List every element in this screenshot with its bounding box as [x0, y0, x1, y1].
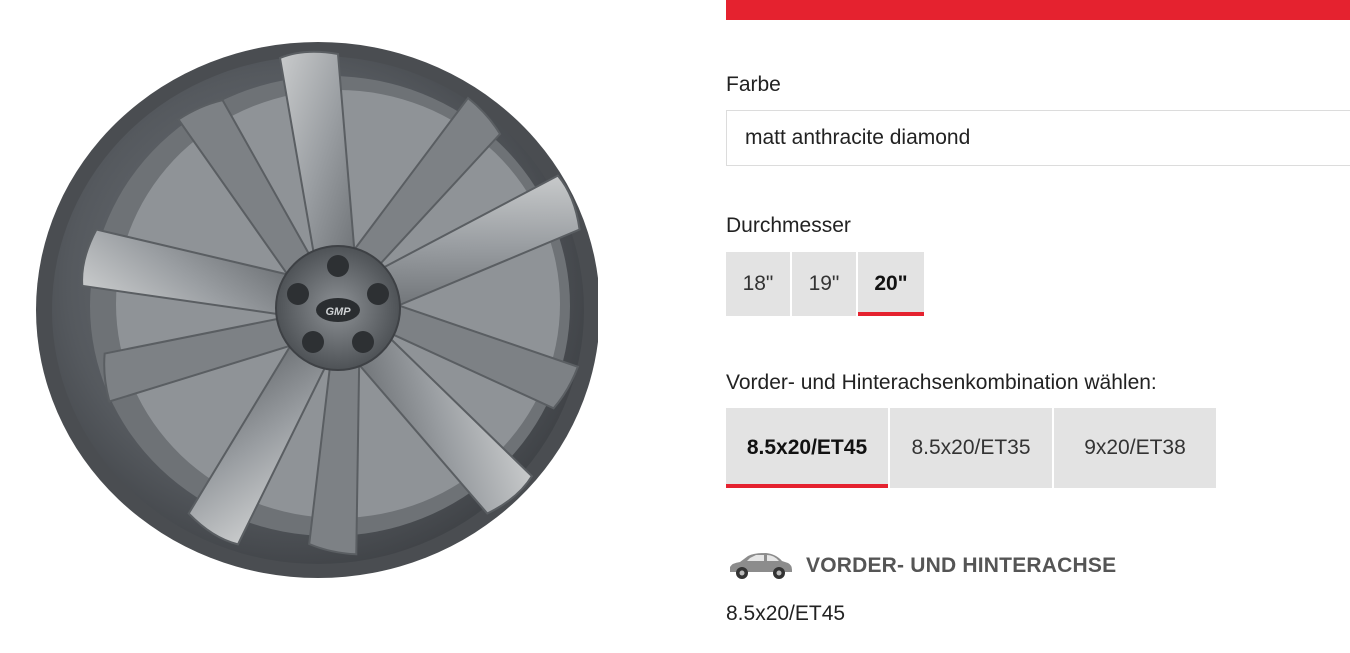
diameter-option-label: 18" — [742, 272, 774, 295]
accent-top-bar — [726, 0, 1350, 20]
color-label: Farbe — [726, 73, 781, 96]
axle-header: VORDER- UND HINTERACHSE — [726, 550, 1116, 582]
diameter-option-20[interactable]: 20" — [858, 252, 924, 316]
color-select[interactable]: matt anthracite diamond — [726, 110, 1350, 166]
axle-value: 8.5x20/ET45 — [726, 602, 846, 625]
svg-text:GMP: GMP — [325, 306, 351, 318]
diameter-label: Durchmesser — [726, 214, 851, 237]
combination-option-9x20-et38[interactable]: 9x20/ET38 — [1054, 408, 1216, 488]
combination-option-label: 8.5x20/ET35 — [911, 436, 1031, 459]
axle-title: VORDER- UND HINTERACHSE — [806, 554, 1117, 577]
diameter-options: 18" 19" 20" — [726, 252, 924, 316]
combination-option-label: 8.5x20/ET45 — [746, 436, 868, 459]
diameter-option-19[interactable]: 19" — [792, 252, 856, 316]
diameter-option-label: 19" — [808, 272, 840, 295]
product-image-wheel: GMP — [18, 38, 598, 586]
combination-option-8-5x20-et35[interactable]: 8.5x20/ET35 — [890, 408, 1052, 488]
car-icon — [730, 553, 792, 579]
color-selected-value: matt anthracite diamond — [745, 126, 971, 149]
combination-option-8-5x20-et45[interactable]: 8.5x20/ET45 — [726, 408, 888, 488]
combination-options: 8.5x20/ET45 8.5x20/ET35 9x20/ET38 — [726, 408, 1216, 488]
diameter-option-18[interactable]: 18" — [726, 252, 790, 316]
combination-option-label: 9x20/ET38 — [1084, 436, 1186, 459]
combination-label: Vorder- und Hinterachsenkombination wähl… — [726, 371, 1157, 394]
diameter-option-label: 20" — [874, 272, 908, 295]
